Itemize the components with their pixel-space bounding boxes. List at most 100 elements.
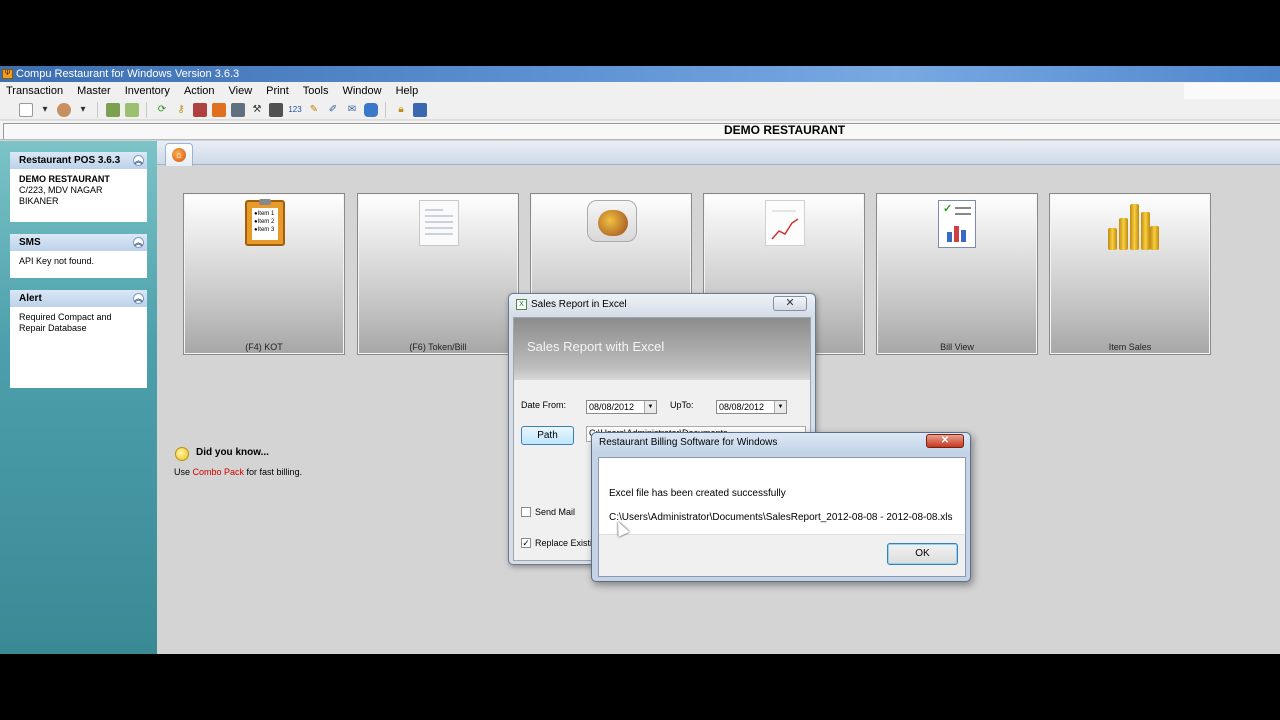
token-bill-tile-label: (F6) Token/Bill — [409, 342, 467, 352]
collapse-icon[interactable]: ︽ — [133, 155, 144, 166]
replace-existing-checkbox[interactable]: ✓ — [521, 538, 531, 548]
backup-icon[interactable] — [212, 103, 226, 117]
path-button[interactable]: Path — [521, 426, 574, 445]
toolbar-separator — [385, 102, 386, 118]
collapse-icon[interactable]: ︽ — [133, 237, 144, 248]
sales-dialog-close-button[interactable]: ✕ — [773, 296, 807, 311]
menu-right-area — [1184, 83, 1280, 99]
calculator-icon[interactable] — [106, 103, 120, 117]
token-bill-tile[interactable]: (F6) Token/Bill — [357, 193, 519, 355]
address-line-2: BIKANER — [19, 196, 59, 206]
send-mail-checkbox[interactable] — [521, 507, 531, 517]
dropdown-arrow-icon[interactable]: ▾ — [38, 103, 52, 117]
message-dialog-close-button[interactable]: ✕ — [926, 434, 964, 448]
bill-view-icon: ✓ — [938, 200, 976, 248]
new-document-icon[interactable] — [19, 103, 33, 117]
kot-icon-line: ●Item 2 — [254, 219, 275, 225]
app-window: Ψ Compu Restaurant for Windows Version 3… — [0, 66, 1280, 654]
kot-tile[interactable]: ●Item 1 ●Item 2 ●Item 3 (F4) KOT — [183, 193, 345, 355]
token-bill-document-icon — [419, 200, 459, 246]
lock-icon[interactable]: 🔒︎ — [394, 103, 408, 117]
printer-icon[interactable] — [193, 103, 207, 117]
food-plate-icon — [587, 200, 637, 242]
monitor-icon[interactable] — [231, 103, 245, 117]
menu-tools[interactable]: Tools — [296, 82, 336, 100]
message-dialog-body: Excel file has been created successfully… — [598, 457, 966, 577]
tab-strip: ⌂ — [157, 141, 1280, 166]
notepad-icon[interactable] — [125, 103, 139, 117]
menu-view[interactable]: View — [222, 82, 260, 100]
menu-transaction[interactable]: Transaction — [0, 82, 70, 100]
alert-panel-header[interactable]: Alert ︽ — [10, 290, 147, 307]
date-from-picker[interactable]: 08/08/2012 ▼ — [586, 400, 657, 414]
tip-highlight[interactable]: Combo Pack — [193, 467, 245, 477]
tip-title: Did you know... — [196, 447, 269, 458]
restaurant-banner: DEMO RESTAURANT — [0, 120, 1280, 140]
tools-icon[interactable]: ⚒ — [250, 103, 264, 117]
menu-help[interactable]: Help — [389, 82, 426, 100]
address-line-1: C/223, MDV NAGAR — [19, 185, 103, 195]
title-bar: Ψ Compu Restaurant for Windows Version 3… — [0, 66, 1280, 82]
exit-icon[interactable] — [413, 103, 427, 117]
menu-master[interactable]: Master — [70, 82, 118, 100]
menu-inventory[interactable]: Inventory — [118, 82, 177, 100]
sales-dialog-header: Sales Report with Excel — [514, 318, 810, 380]
edit-icon[interactable]: ✐ — [326, 103, 340, 117]
menu-print[interactable]: Print — [259, 82, 296, 100]
dropdown-arrow-icon[interactable]: ▼ — [774, 401, 786, 413]
bill-view-tile-label: Bill View — [940, 342, 974, 352]
email-icon[interactable]: ✉ — [345, 103, 359, 117]
tip-prefix: Use — [174, 467, 193, 477]
collapse-icon[interactable]: ︽ — [133, 293, 144, 304]
sms-panel: SMS ︽ API Key not found. — [10, 234, 147, 278]
message-line-2: C:\Users\Administrator\Documents\SalesRe… — [609, 512, 953, 523]
tab-home[interactable]: ⌂ — [165, 143, 193, 166]
user-icon[interactable] — [57, 103, 71, 117]
excel-icon: X — [516, 299, 527, 310]
app-icon: Ψ — [2, 69, 13, 79]
alert-message: Required Compact and Repair Database — [19, 312, 112, 333]
sms-panel-header[interactable]: SMS ︽ — [10, 234, 147, 251]
sales-dialog-title: Sales Report in Excel — [531, 299, 627, 310]
toolbar-separator — [97, 102, 98, 118]
item-sales-tile[interactable]: Item Sales — [1049, 193, 1211, 355]
dropdown-arrow-icon[interactable]: ▼ — [644, 401, 656, 413]
send-mail-label: Send Mail — [535, 507, 576, 517]
menu-window[interactable]: Window — [335, 82, 388, 100]
bill-view-tile[interactable]: ✓ Bill View — [876, 193, 1038, 355]
upto-picker[interactable]: 08/08/2012 ▼ — [716, 400, 787, 414]
sales-chart-icon — [765, 200, 805, 246]
delete-icon[interactable] — [269, 103, 283, 117]
key-icon[interactable]: ⚷ — [174, 103, 188, 117]
ok-button[interactable]: OK — [887, 543, 958, 565]
info-panel: Restaurant POS 3.6.3 ︽ DEMO RESTAURANT C… — [10, 152, 147, 222]
menu-action[interactable]: Action — [177, 82, 222, 100]
restaurant-name: DEMO RESTAURANT — [724, 123, 846, 137]
kot-icon-line: ●Item 1 — [254, 211, 275, 217]
alert-panel: Alert ︽ Required Compact and Repair Data… — [10, 290, 147, 388]
toolbar-separator — [146, 102, 147, 118]
item-sales-coins-icon — [1104, 200, 1160, 250]
refresh-icon[interactable]: ⟳ — [155, 103, 169, 117]
menu-bar: Transaction Master Inventory Action View… — [0, 82, 1280, 100]
tip-text: Use Combo Pack for fast billing. — [174, 467, 302, 477]
upto-value: 08/08/2012 — [719, 402, 765, 412]
sidebar: Restaurant POS 3.6.3 ︽ DEMO RESTAURANT C… — [0, 141, 157, 654]
home-icon: ⌂ — [172, 148, 186, 162]
sales-dialog-caption: X Sales Report in Excel — [509, 294, 815, 316]
toolbar: ▾ ▾ ⟳ ⚷ ⚒ 123 ✎ ✐ ✉ 🔒︎ — [0, 100, 1280, 120]
database-icon[interactable] — [364, 103, 378, 117]
numbers-icon[interactable]: 123 — [288, 103, 302, 117]
date-from-value: 08/08/2012 — [589, 402, 635, 412]
message-dialog-caption: Restaurant Billing Software for Windows — [592, 433, 970, 453]
info-panel-header[interactable]: Restaurant POS 3.6.3 ︽ — [10, 152, 147, 169]
sms-panel-title: SMS — [19, 237, 41, 248]
kot-tile-label: (F4) KOT — [245, 342, 283, 352]
dropdown-arrow-icon[interactable]: ▾ — [76, 103, 90, 117]
banner-frame — [3, 123, 1280, 139]
tip-suffix: for fast billing. — [244, 467, 303, 477]
sms-message: API Key not found. — [19, 256, 95, 266]
pencil-icon[interactable]: ✎ — [307, 103, 321, 117]
kot-clipboard-icon: ●Item 1 ●Item 2 ●Item 3 — [245, 199, 285, 246]
replace-existing-label: Replace Existi — [535, 538, 593, 548]
